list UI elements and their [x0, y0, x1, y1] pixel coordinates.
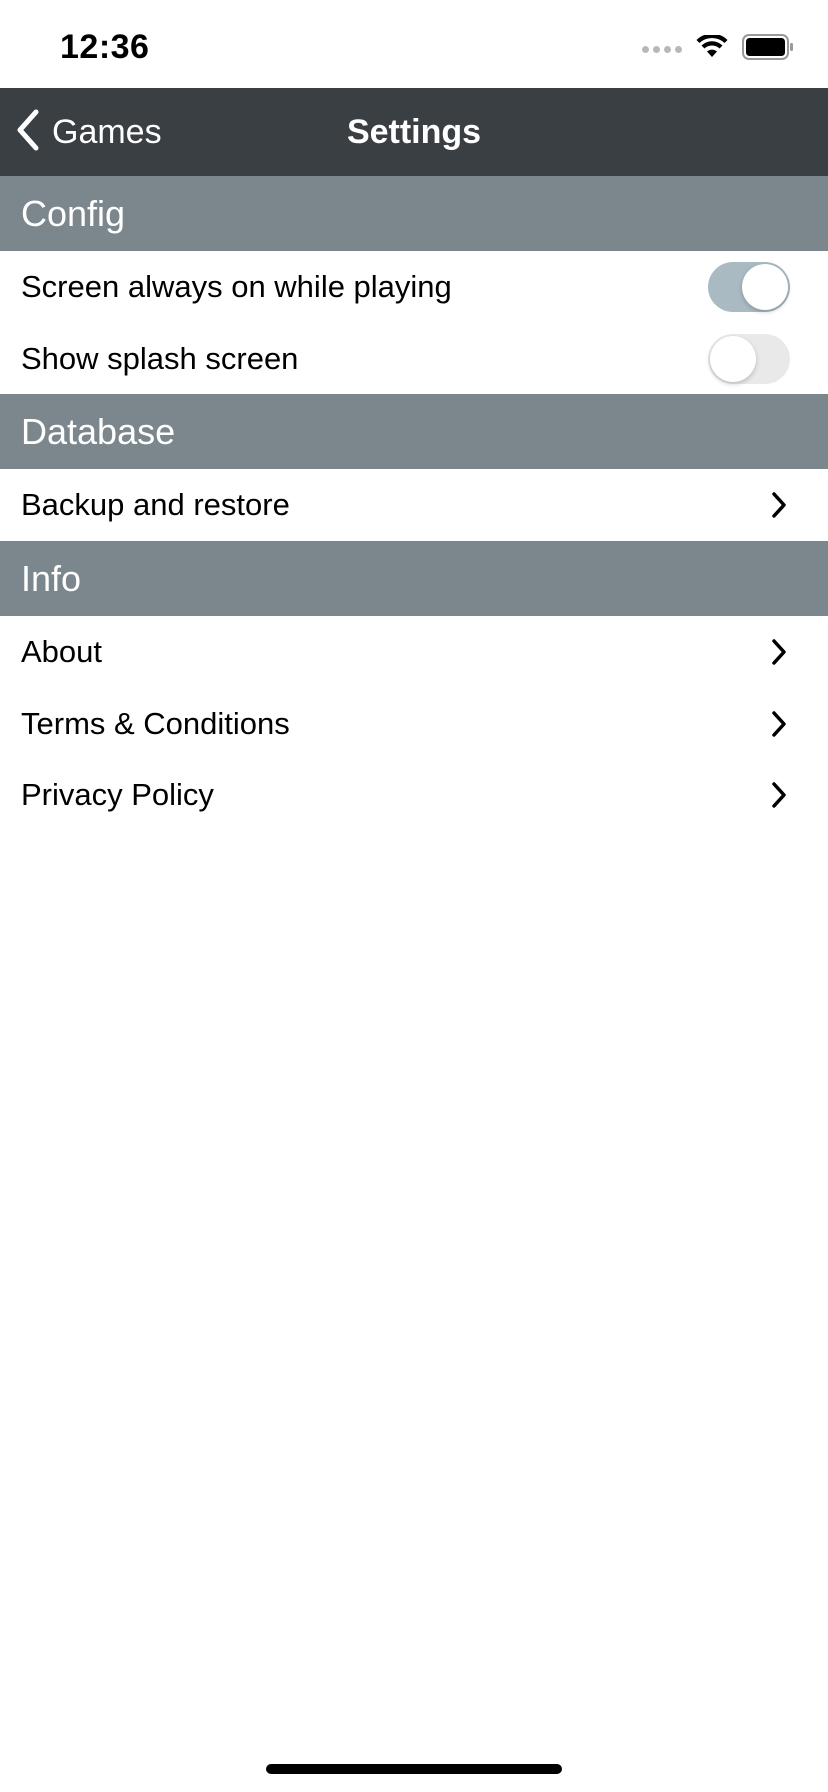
chevron-right-icon	[770, 781, 788, 809]
row-terms-and-conditions[interactable]: Terms & Conditions	[0, 688, 828, 759]
row-label: Terms & Conditions	[21, 705, 290, 741]
toggle-knob	[710, 335, 756, 382]
signal-icon	[642, 46, 682, 53]
chevron-right-icon	[770, 710, 788, 738]
chevron-right-icon	[770, 491, 788, 519]
section-header-info: Info	[0, 541, 828, 616]
section-header-database: Database	[0, 394, 828, 469]
status-icons	[642, 33, 794, 65]
wifi-icon	[696, 33, 728, 64]
row-label: Backup and restore	[21, 487, 290, 522]
chevron-left-icon	[14, 108, 42, 157]
setting-label: Show splash screen	[21, 340, 299, 376]
home-indicator[interactable]	[266, 1764, 562, 1774]
setting-screen-always-on: Screen always on while playing	[0, 251, 828, 323]
setting-label: Screen always on while playing	[21, 269, 452, 304]
status-time: 12:36	[60, 28, 150, 66]
row-label: About	[21, 634, 103, 669]
status-bar: 12:36	[0, 0, 828, 88]
section-header-config: Config	[0, 176, 828, 251]
back-button-label: Games	[52, 112, 162, 151]
back-button[interactable]: Games	[14, 88, 162, 176]
screen-always-on-toggle[interactable]	[708, 262, 790, 312]
settings-list: Config Screen always on while playing Sh…	[0, 176, 828, 830]
toggle-knob	[742, 264, 788, 310]
row-backup-and-restore[interactable]: Backup and restore	[0, 469, 828, 541]
row-label: Privacy Policy	[21, 776, 214, 812]
setting-show-splash-screen: Show splash screen	[0, 323, 828, 394]
battery-icon	[742, 34, 794, 65]
row-about[interactable]: About	[0, 616, 828, 688]
show-splash-screen-toggle[interactable]	[708, 333, 790, 384]
navigation-bar: Settings Games	[0, 88, 828, 176]
row-privacy-policy[interactable]: Privacy Policy	[0, 759, 828, 830]
chevron-right-icon	[770, 638, 788, 666]
